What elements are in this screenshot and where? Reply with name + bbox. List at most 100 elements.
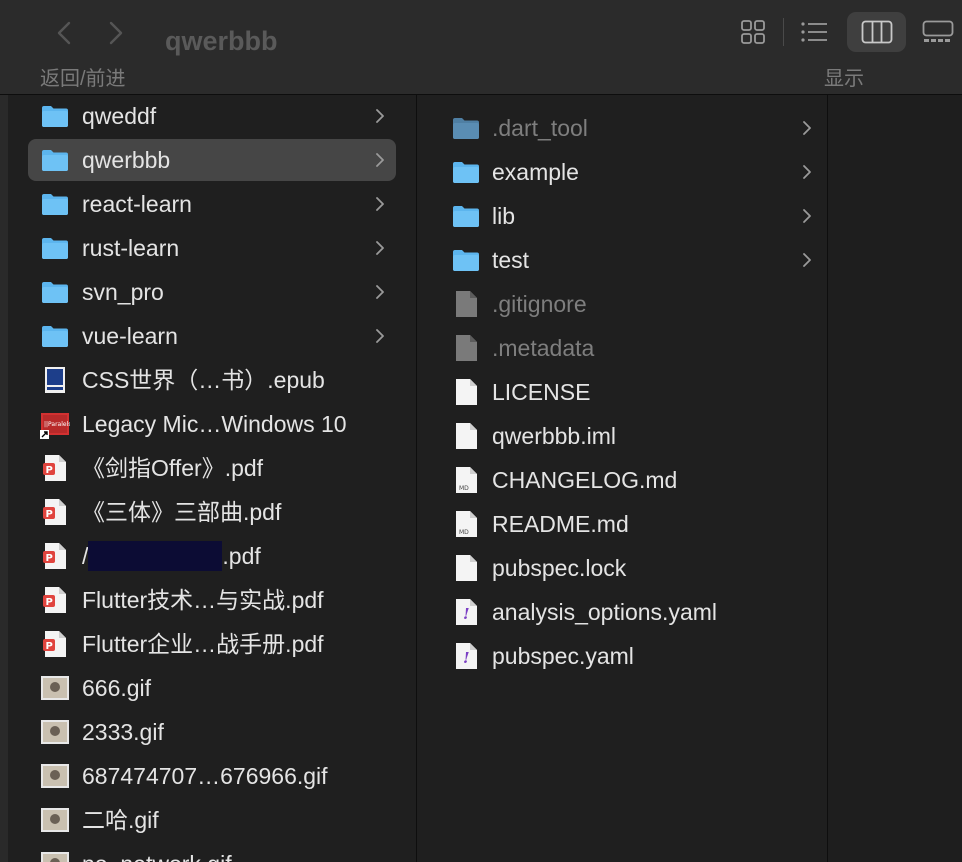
toolbar: qwerbbb 返回/前进 显示	[0, 0, 962, 95]
item-label: pubspec.yaml	[492, 643, 634, 669]
file-row[interactable]: P 《剑指Offer》.pdf	[28, 447, 396, 489]
chevron-right-icon	[801, 207, 813, 225]
list-view-button[interactable]	[793, 12, 835, 52]
item-label: README.md	[492, 511, 629, 537]
item-label: qwerbbb	[82, 147, 171, 173]
folder-row[interactable]: qweddf	[28, 95, 396, 137]
file-row[interactable]: ||Paralels Legacy Mic…Windows 10	[28, 403, 396, 445]
chevron-right-icon	[374, 195, 386, 213]
item-label: svn_pro	[82, 279, 164, 305]
folder-row[interactable]: svn_pro	[28, 271, 396, 313]
forward-button[interactable]	[100, 18, 130, 48]
column-current-folder[interactable]: .dart_tool example lib test .gitignore .…	[417, 95, 828, 862]
folder-row[interactable]: react-learn	[28, 183, 396, 225]
file-row[interactable]: P 《三体》三部曲.pdf	[28, 491, 396, 533]
document-icon	[451, 421, 481, 451]
folder-row[interactable]: rust-learn	[28, 227, 396, 269]
back-button[interactable]	[50, 18, 80, 48]
item-label: vue-learn	[82, 323, 178, 349]
file-row[interactable]: P / .pdf	[28, 535, 396, 577]
document-icon	[451, 333, 481, 363]
file-row[interactable]: 二哈.gif	[28, 799, 396, 841]
column-empty[interactable]	[828, 95, 962, 862]
file-row[interactable]: qwerbbb.iml	[441, 415, 813, 457]
toolbar-divider	[783, 18, 784, 46]
item-label: 二哈.gif	[82, 807, 159, 833]
folder-icon	[40, 321, 70, 351]
file-row[interactable]: pubspec.lock	[441, 547, 813, 589]
parallels-alias-icon: ||Paralels	[40, 409, 71, 439]
folder-row[interactable]: qwerbbb	[28, 139, 396, 181]
item-label: 《剑指Offer》.pdf	[82, 455, 264, 481]
file-row[interactable]: P Flutter技术…与实战.pdf	[28, 579, 396, 621]
nav-caption: 返回/前进	[40, 68, 126, 90]
item-label: react-learn	[82, 191, 192, 217]
grid-icon	[741, 20, 765, 44]
file-row[interactable]: .metadata	[441, 327, 813, 369]
svg-text:P: P	[46, 509, 53, 520]
column-parent[interactable]: qweddf qwerbbb react-learn rust-learn sv…	[8, 95, 417, 862]
folder-row[interactable]: .dart_tool	[441, 107, 813, 149]
chevron-right-icon	[801, 119, 813, 137]
folder-row[interactable]: example	[441, 151, 813, 193]
chevron-left-icon	[57, 21, 71, 45]
pdf-icon: P	[40, 629, 70, 659]
item-label: rust-learn	[82, 235, 180, 261]
file-row[interactable]: .gitignore	[441, 283, 813, 325]
file-row[interactable]: 666.gif	[28, 667, 396, 709]
folder-row[interactable]: test	[441, 239, 813, 281]
document-icon	[451, 377, 481, 407]
file-row[interactable]: P Flutter企业…战手册.pdf	[28, 623, 396, 665]
folder-row[interactable]: lib	[441, 195, 813, 237]
image-thumb-icon	[40, 761, 70, 791]
image-thumb-icon	[40, 717, 70, 747]
file-row[interactable]: no_network.gif	[28, 843, 396, 862]
file-row[interactable]: LICENSE	[441, 371, 813, 413]
item-label: qwerbbb.iml	[492, 423, 616, 449]
file-row[interactable]: MD CHANGELOG.md	[441, 459, 813, 501]
svg-text:P: P	[46, 465, 53, 476]
chevron-right-icon	[374, 327, 386, 345]
item-label: CHANGELOG.md	[492, 467, 678, 493]
yaml-icon: !	[451, 597, 481, 627]
item-label-suffix: .pdf	[222, 543, 261, 569]
file-row[interactable]: 2333.gif	[28, 711, 396, 753]
file-row[interactable]: ! pubspec.yaml	[441, 635, 813, 677]
folder-icon	[40, 233, 70, 263]
view-caption: 显示	[824, 68, 864, 90]
markdown-icon: MD	[451, 465, 481, 495]
item-label: Legacy Mic…Windows 10	[82, 411, 347, 437]
svg-text:MD: MD	[459, 485, 469, 492]
item-label: analysis_options.yaml	[492, 599, 718, 625]
list-icon	[801, 22, 827, 42]
file-row[interactable]: CSS世界（…书）.epub	[28, 359, 396, 401]
chevron-right-icon	[109, 21, 123, 45]
image-thumb-icon	[40, 673, 70, 703]
folder-icon	[40, 277, 70, 307]
item-label: no_network.gif	[82, 849, 232, 862]
folder-icon	[451, 113, 481, 143]
svg-text:P: P	[46, 553, 53, 564]
window-title: qwerbbb	[165, 26, 278, 56]
item-label: Flutter企业…战手册.pdf	[82, 631, 324, 657]
item-label: example	[492, 159, 579, 185]
item-label: Flutter技术…与实战.pdf	[82, 587, 324, 613]
file-row[interactable]: ! analysis_options.yaml	[441, 591, 813, 633]
file-row[interactable]: 687474707…676966.gif	[28, 755, 396, 797]
icon-view-button[interactable]	[733, 12, 773, 52]
svg-text:P: P	[46, 641, 53, 652]
item-label: 687474707…676966.gif	[82, 763, 328, 789]
file-row[interactable]: MD README.md	[441, 503, 813, 545]
folder-icon	[40, 101, 70, 131]
item-label: pubspec.lock	[492, 555, 627, 581]
item-label: .metadata	[492, 335, 595, 361]
folder-row[interactable]: vue-learn	[28, 315, 396, 357]
svg-text:MD: MD	[459, 529, 469, 536]
item-label: .gitignore	[492, 291, 587, 317]
columns-icon	[861, 20, 892, 44]
gallery-view-button[interactable]	[914, 12, 962, 52]
column-view-button[interactable]	[847, 12, 906, 52]
pdf-icon: P	[40, 541, 70, 571]
folder-icon	[451, 201, 481, 231]
svg-text:!: !	[463, 605, 470, 623]
